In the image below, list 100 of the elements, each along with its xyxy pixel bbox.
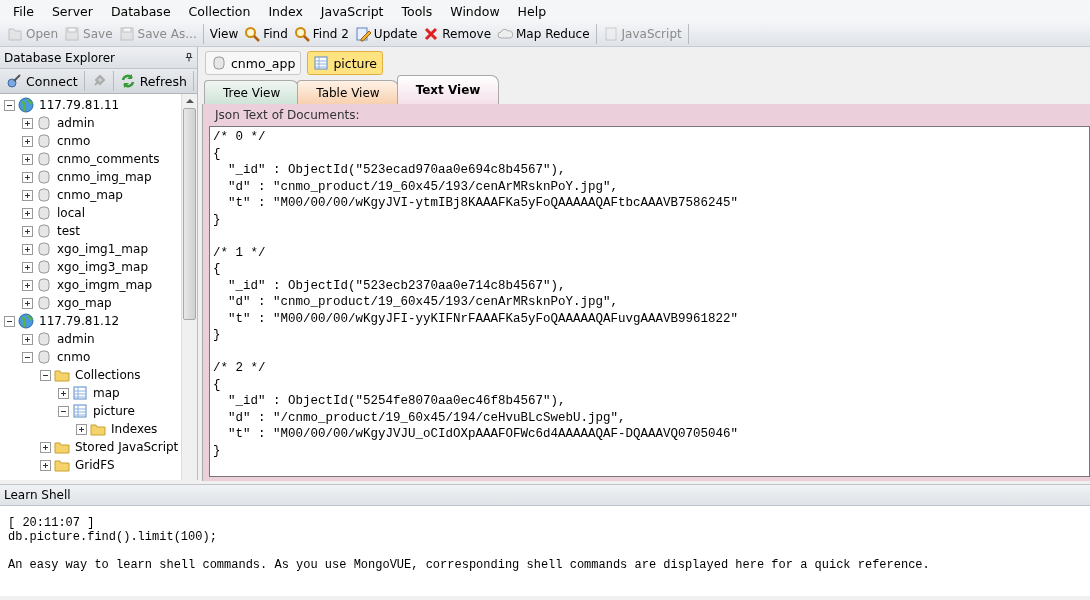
tree-item[interactable]: 117.79.81.11 <box>37 98 120 112</box>
tree-item[interactable]: admin <box>55 332 95 346</box>
expand-icon[interactable] <box>58 387 69 399</box>
database-icon <box>36 151 52 167</box>
menu-item[interactable]: File <box>4 3 43 19</box>
tree-item[interactable]: cnmo_img_map <box>55 170 152 184</box>
scrollbar[interactable] <box>181 94 197 480</box>
toolbar-button[interactable]: Find <box>241 26 291 42</box>
database-icon <box>36 115 52 131</box>
expand-icon[interactable] <box>22 225 33 237</box>
cloud-icon <box>497 26 513 42</box>
tree-item[interactable]: cnmo <box>55 134 91 148</box>
tree-item[interactable]: xgo_img1_map <box>55 242 148 256</box>
toolbar-button[interactable]: Update <box>351 26 421 42</box>
tree-item[interactable]: xgo_img3_map <box>55 260 148 274</box>
code-line: /* 0 */ <box>213 129 267 146</box>
expand-icon[interactable] <box>22 297 33 309</box>
database-icon <box>36 187 52 203</box>
view-tab[interactable]: Text View <box>396 75 500 104</box>
tree-item[interactable]: cnmo_map <box>55 188 123 202</box>
document-tab[interactable]: cnmo_app <box>205 51 302 75</box>
open-file-icon <box>7 26 23 42</box>
folder-icon <box>54 457 70 473</box>
globe-icon <box>18 97 34 113</box>
tree-item[interactable]: admin <box>55 116 95 130</box>
expand-icon[interactable] <box>76 423 87 435</box>
tree-item[interactable]: xgo_imgm_map <box>55 278 153 292</box>
expand-icon[interactable] <box>22 243 33 255</box>
database-icon <box>36 223 52 239</box>
menu-item[interactable]: Tools <box>392 3 442 19</box>
collapse-icon[interactable] <box>22 351 33 363</box>
expand-icon[interactable] <box>22 153 33 165</box>
panel-title: Database Explorer <box>4 50 116 65</box>
expand-icon[interactable] <box>22 135 33 147</box>
expand-icon[interactable] <box>22 189 33 201</box>
code-line: { <box>213 261 222 278</box>
code-line: "_id" : ObjectId("523ecb2370aa0e714c8b4567"), <box>227 277 567 294</box>
collapse-icon[interactable] <box>4 99 15 111</box>
tree-item[interactable]: cnmo_comments <box>55 152 160 166</box>
menu-item[interactable]: Help <box>508 3 556 19</box>
tree-item[interactable]: map <box>91 386 120 400</box>
shell-line: [ 20:11:07 ] <box>8 516 96 530</box>
code-line: { <box>213 376 222 393</box>
tree-item[interactable]: cnmo <box>55 350 91 364</box>
expand-icon[interactable] <box>40 459 51 471</box>
database-icon <box>36 169 52 185</box>
tree-item[interactable]: 117.79.81.12 <box>37 314 120 328</box>
folder-icon <box>54 439 70 455</box>
table-icon <box>313 55 330 71</box>
search-icon <box>244 26 261 42</box>
explorer-button[interactable]: Connect <box>0 71 85 91</box>
search-icon <box>293 26 310 42</box>
shell-line: db.picture.find().limit(100); <box>8 530 218 544</box>
expand-icon[interactable] <box>22 207 33 219</box>
tree-item[interactable]: GridFS <box>73 458 115 472</box>
code-line: "d" : "cnmo_product/19_60x45/193/cenArMRsknPoY.jpg", <box>227 178 620 195</box>
collapse-icon[interactable] <box>4 315 15 327</box>
expand-icon[interactable] <box>40 441 51 453</box>
view-tab[interactable]: Table View <box>297 80 399 104</box>
code-line: { <box>213 145 222 162</box>
view-tab[interactable]: Tree View <box>204 80 300 104</box>
code-line: "d" : "/cnmo_product/19_60x45/194/ceHvuBLcSwebU.jpg", <box>227 409 627 426</box>
menu-item[interactable]: Index <box>259 3 312 19</box>
folder-icon <box>54 367 70 383</box>
code-line: } <box>213 211 222 228</box>
collapse-icon[interactable] <box>40 369 51 381</box>
expand-icon[interactable] <box>22 171 33 183</box>
expand-icon[interactable] <box>22 279 33 291</box>
toolbar-button[interactable]: Find 2 <box>290 26 352 42</box>
code-line: /* 2 */ <box>213 360 267 377</box>
document-tab[interactable]: picture <box>307 51 384 75</box>
collapse-icon[interactable] <box>58 405 69 417</box>
menu-item[interactable]: Window <box>441 3 509 19</box>
database-icon <box>36 331 52 347</box>
tree-item[interactable]: Collections <box>73 368 141 382</box>
menu-item[interactable]: Database <box>101 3 180 19</box>
expand-icon[interactable] <box>22 117 33 129</box>
tree-item[interactable]: picture <box>91 404 135 418</box>
tree-item[interactable]: Stored JavaScript <box>73 440 179 454</box>
expand-icon[interactable] <box>22 261 33 273</box>
code-line: } <box>213 327 222 344</box>
tree-item[interactable]: test <box>55 224 81 238</box>
toolbar-button[interactable]: View <box>206 27 242 41</box>
connect-icon <box>6 73 22 89</box>
code-line: } <box>213 442 222 459</box>
expand-icon[interactable] <box>22 333 33 345</box>
toolbar-button[interactable]: Remove <box>420 26 494 42</box>
explorer-button[interactable]: Refresh <box>113 71 194 91</box>
menu-item[interactable]: JavaScript <box>311 3 393 19</box>
toolbar-button[interactable]: Map Reduce <box>494 26 593 42</box>
tree-item[interactable]: local <box>55 206 85 220</box>
tree-item[interactable]: xgo_map <box>55 296 112 310</box>
code-line: /* 1 */ <box>213 244 267 261</box>
menu-item[interactable]: Collection <box>179 3 260 19</box>
database-icon <box>36 241 52 257</box>
menu-item[interactable]: Server <box>42 3 102 19</box>
pin-icon[interactable] <box>185 52 193 63</box>
database-icon <box>36 295 52 311</box>
tree-item[interactable]: Indexes <box>109 422 158 436</box>
panel-title: Learn Shell <box>4 488 71 502</box>
